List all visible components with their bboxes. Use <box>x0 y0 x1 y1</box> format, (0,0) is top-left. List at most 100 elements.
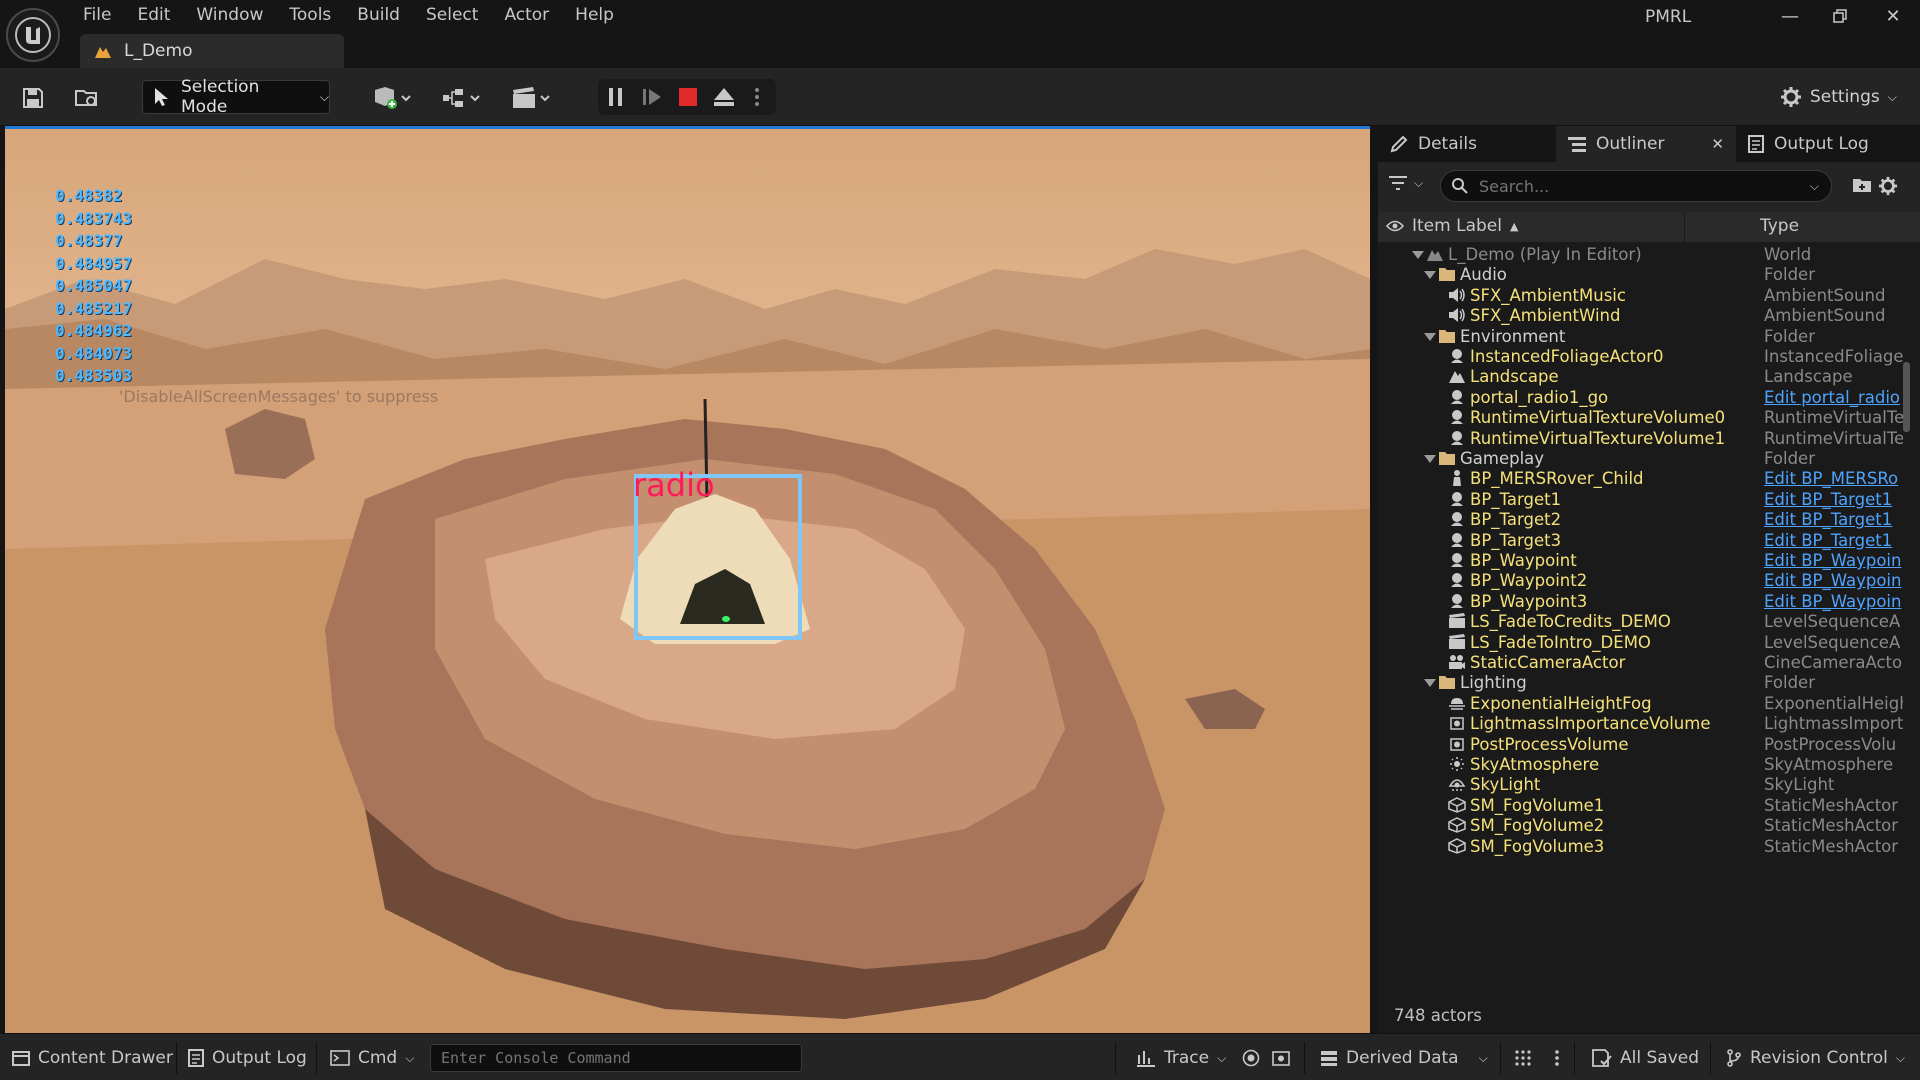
outliner-filter-row: ⌵ ⌵ <box>1378 162 1920 212</box>
tab-details[interactable]: Details <box>1378 126 1556 162</box>
menu-help[interactable]: Help <box>562 0 627 30</box>
more-options-icon[interactable] <box>742 87 772 107</box>
revision-control-dropdown[interactable]: Revision Control ⌵ <box>1726 1044 1905 1072</box>
tab-output-log[interactable]: Output Log <box>1736 126 1906 162</box>
visibility-eye-icon[interactable] <box>1386 219 1404 233</box>
unreal-logo-icon[interactable] <box>6 8 60 62</box>
folder-icon <box>1438 673 1456 691</box>
blueprint-icon[interactable] <box>437 80 487 116</box>
project-name: PMRL <box>1645 7 1692 27</box>
minimize-button[interactable]: — <box>1765 2 1815 30</box>
item-type: Folder <box>1764 449 1815 468</box>
folder-icon <box>1438 449 1456 467</box>
level-viewport[interactable]: 0.48382 0.483743 0.48377 0.484957 0.485047 0.… <box>5 126 1370 1033</box>
item-label: PostProcessVolume <box>1470 734 1629 754</box>
stop-icon[interactable] <box>670 87 706 107</box>
outliner-scrollbar[interactable] <box>1903 242 1910 992</box>
tab-level[interactable]: L_Demo <box>80 34 344 68</box>
chevron-down-icon: ⌵ <box>405 1050 415 1065</box>
terminal-icon <box>330 1050 350 1066</box>
console-input[interactable] <box>441 1045 791 1071</box>
speaker-icon <box>1448 286 1466 304</box>
item-label-column[interactable]: Item Label ▲ <box>1412 216 1518 236</box>
chevron-down-icon: ⌵ <box>319 89 329 104</box>
edit-blueprint-link[interactable]: Edit BP_Target1 <box>1764 531 1910 550</box>
selection-mode-dropdown[interactable]: Selection Mode ⌵ <box>142 77 330 117</box>
edit-blueprint-link[interactable]: Edit portal_radio <box>1764 388 1910 407</box>
chevron-down-icon[interactable]: ⌵ <box>1810 179 1819 194</box>
expand-arrow-icon[interactable] <box>1412 251 1424 259</box>
item-type: RuntimeVirtualTe <box>1764 428 1905 448</box>
cursor-icon <box>153 87 171 107</box>
settings-button[interactable]: Settings ⌵ <box>1780 80 1897 114</box>
edit-blueprint-link[interactable]: Edit BP_Target1 <box>1764 490 1910 509</box>
trace-dropdown[interactable]: Trace ⌵ <box>1136 1044 1226 1072</box>
save-all-button[interactable]: All Saved <box>1592 1044 1699 1072</box>
database-icon <box>1320 1049 1338 1067</box>
restore-button[interactable] <box>1815 2 1865 30</box>
menu-edit[interactable]: Edit <box>124 0 183 30</box>
edit-blueprint-link[interactable]: Edit BP_Target1 <box>1764 510 1910 529</box>
tab-outliner[interactable]: Outliner ✕ <box>1556 126 1736 162</box>
pencil-icon <box>1390 135 1408 153</box>
actor-icon <box>1448 388 1466 406</box>
item-label: BP_Waypoint3 <box>1470 591 1588 611</box>
speaker-icon <box>1448 306 1466 324</box>
close-window-button[interactable]: ✕ <box>1868 2 1918 30</box>
outliner-row[interactable]: SM_FogVolume3 StaticMeshActor <box>1378 834 1910 859</box>
console-command-field[interactable] <box>430 1044 802 1072</box>
item-type: Folder <box>1764 326 1815 346</box>
pause-icon[interactable] <box>598 87 634 107</box>
menu-tools[interactable]: Tools <box>276 0 344 30</box>
edit-blueprint-link[interactable]: Edit BP_Waypoin <box>1764 592 1910 611</box>
menu-window[interactable]: Window <box>183 0 276 30</box>
close-tab-icon[interactable]: ✕ <box>1711 135 1724 153</box>
scrollbar-thumb[interactable] <box>1903 362 1910 432</box>
screenshot-trace-icon[interactable] <box>1272 1044 1290 1072</box>
chevron-down-icon: ⌵ <box>1217 1050 1227 1065</box>
more-options-icon[interactable] <box>1554 1044 1560 1072</box>
derived-data-dropdown[interactable]: Derived Data ⌵ <box>1320 1044 1488 1072</box>
save-icon[interactable] <box>18 80 48 116</box>
menu-build[interactable]: Build <box>344 0 413 30</box>
add-folder-icon[interactable] <box>1852 176 1872 194</box>
filter-icon[interactable]: ⌵ <box>1388 175 1423 191</box>
expand-arrow-icon[interactable] <box>1424 455 1436 463</box>
grid-dots-icon[interactable] <box>1514 1044 1532 1072</box>
stat-value: 0.484962 <box>55 321 133 340</box>
menu-select[interactable]: Select <box>413 0 491 30</box>
add-actor-icon[interactable] <box>368 80 418 116</box>
expand-arrow-icon[interactable] <box>1424 332 1436 341</box>
outliner-tree: L_Demo (Play In Editor) World Audio Folder S… <box>1378 242 1910 992</box>
sequence-icon <box>1448 633 1466 651</box>
item-label: L_Demo (Play In Editor) <box>1448 245 1642 264</box>
item-label: StaticCameraActor <box>1470 653 1626 672</box>
step-frame-icon[interactable] <box>634 87 670 107</box>
browse-level-icon[interactable] <box>72 80 102 116</box>
edit-blueprint-link[interactable]: Edit BP_Waypoin <box>1764 551 1910 570</box>
content-drawer-button[interactable]: Content Drawer <box>12 1044 173 1072</box>
cmd-dropdown[interactable]: Cmd ⌵ <box>330 1044 414 1072</box>
menu-actor[interactable]: Actor <box>491 0 562 30</box>
expand-arrow-icon[interactable] <box>1424 679 1436 688</box>
search-input[interactable] <box>1479 176 1799 196</box>
save-check-icon <box>1592 1049 1612 1067</box>
output-log-button[interactable]: Output Log <box>188 1044 307 1072</box>
record-trace-icon[interactable] <box>1242 1044 1260 1072</box>
type-column[interactable]: Type <box>1760 216 1799 236</box>
expand-arrow-icon[interactable] <box>1424 271 1436 280</box>
eject-icon[interactable] <box>706 87 742 107</box>
tab-output-log-label: Output Log <box>1774 134 1869 154</box>
camera-icon <box>1448 653 1466 671</box>
content-drawer-icon <box>12 1049 30 1067</box>
item-type: StaticMeshActor <box>1764 816 1899 836</box>
item-label: SkyLight <box>1470 775 1541 795</box>
outliner-search[interactable]: ⌵ <box>1440 170 1832 202</box>
menu-file[interactable]: File <box>70 0 124 30</box>
edit-blueprint-link[interactable]: Edit BP_MERSRo <box>1764 469 1910 488</box>
item-type: CineCameraActo <box>1764 653 1903 672</box>
edit-blueprint-link[interactable]: Edit BP_Waypoin <box>1764 571 1910 590</box>
stat-value: 0.48382 <box>55 186 123 205</box>
cinematics-icon[interactable] <box>507 80 557 116</box>
gear-icon[interactable] <box>1878 176 1898 196</box>
